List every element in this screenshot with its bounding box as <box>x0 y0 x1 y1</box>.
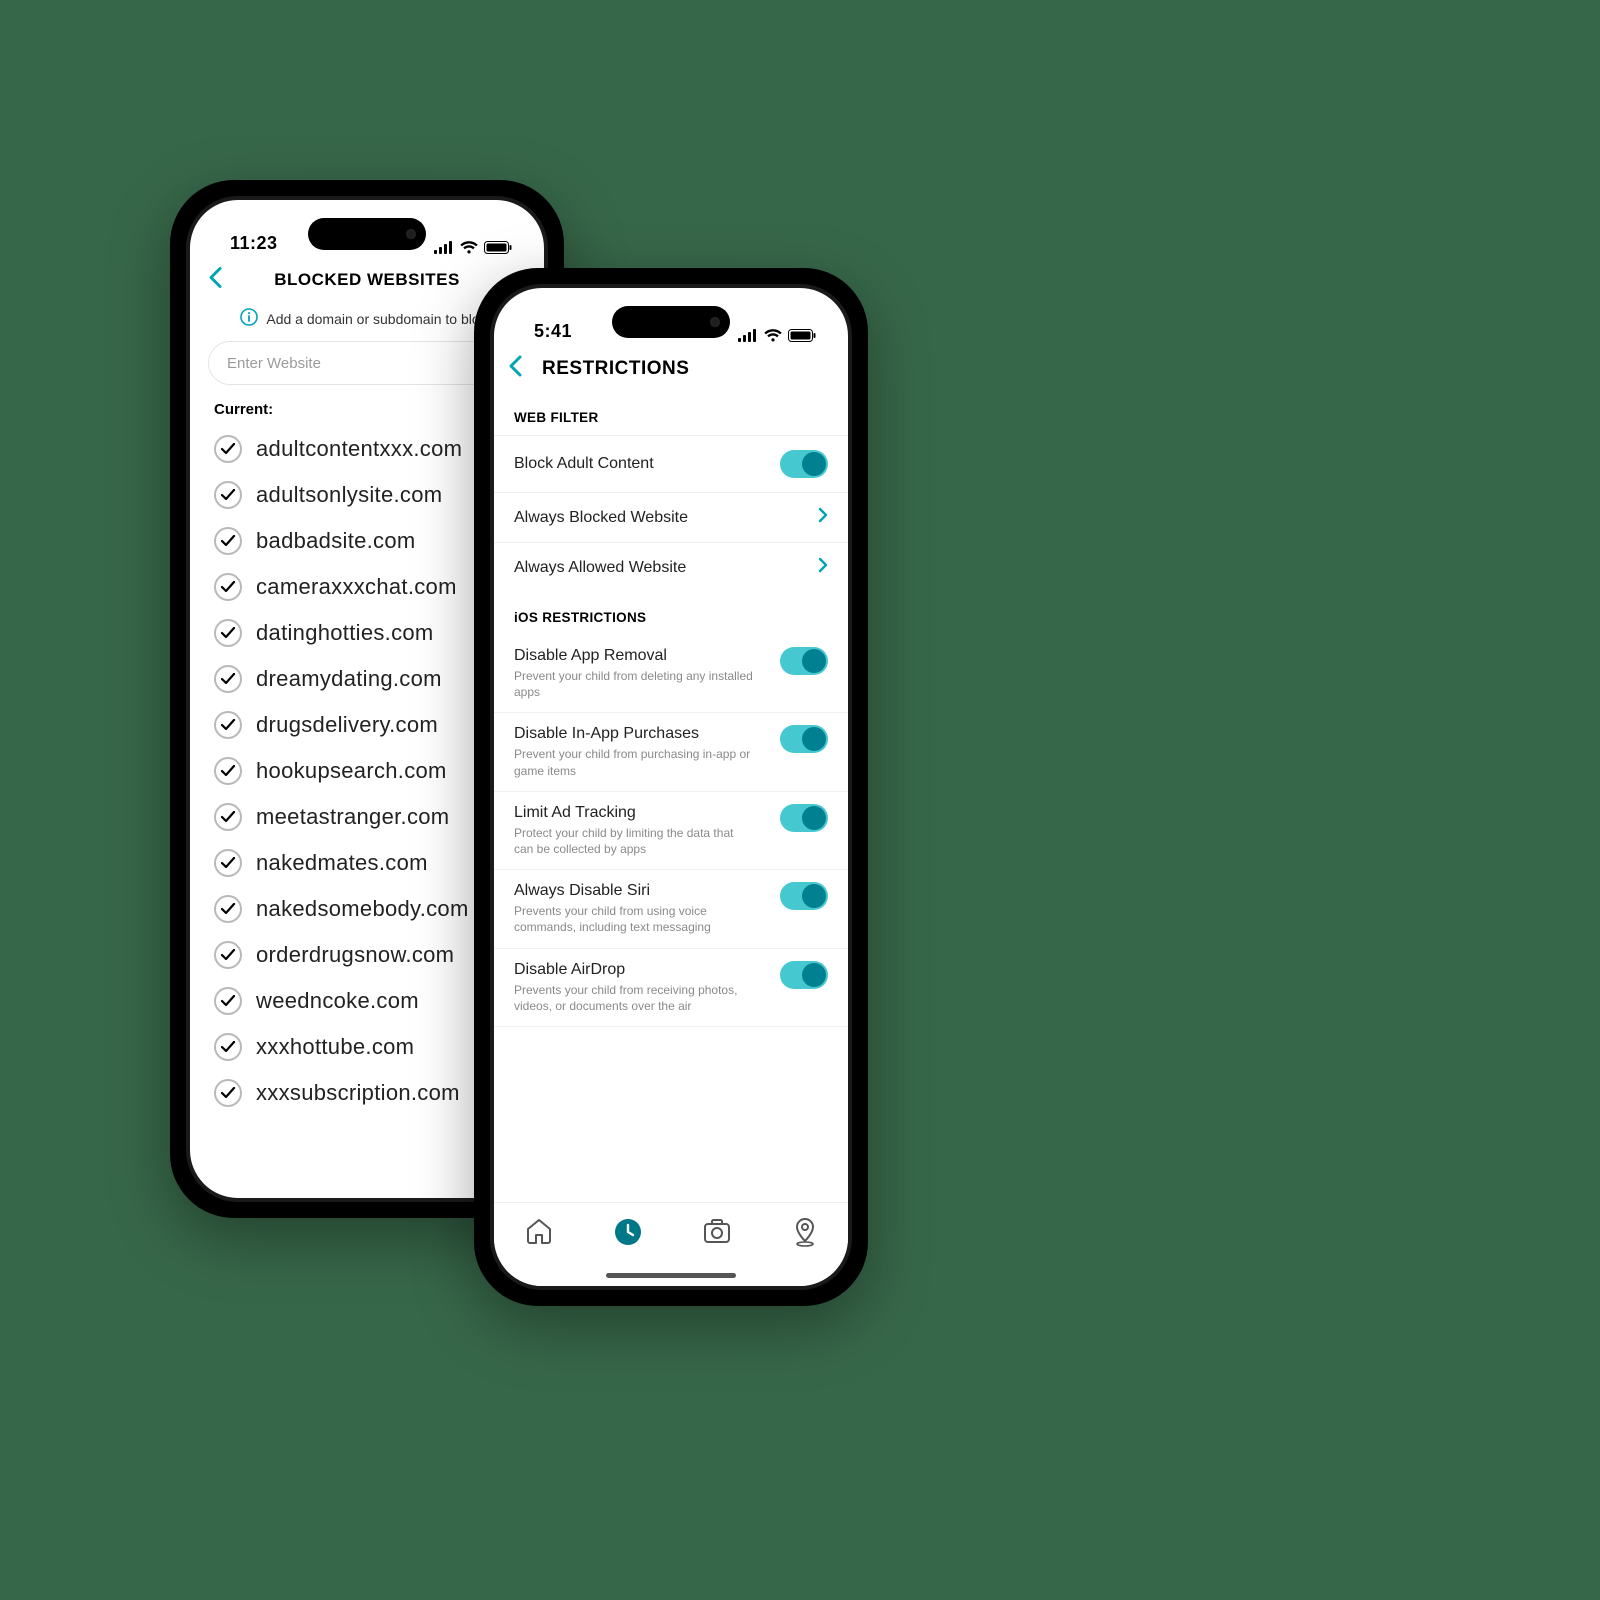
wifi-icon <box>764 329 782 342</box>
domain-text: nakedmates.com <box>256 850 428 876</box>
web-filter-group: Block Adult Content Always Blocked Websi… <box>494 435 848 592</box>
check-circle-icon[interactable] <box>214 987 242 1015</box>
restriction-row[interactable]: Disable AirDrop Prevents your child from … <box>494 949 848 1027</box>
check-circle-icon[interactable] <box>214 849 242 877</box>
domain-text: cameraxxxchat.com <box>256 574 457 600</box>
row-label: Block Adult Content <box>514 455 654 473</box>
row-always-allowed[interactable]: Always Allowed Website <box>494 543 848 592</box>
info-icon <box>240 308 258 329</box>
nav-location[interactable] <box>791 1217 819 1247</box>
toggle-block-adult[interactable] <box>780 450 828 478</box>
check-circle-icon[interactable] <box>214 573 242 601</box>
phone-restrictions: 5:41 RESTRICTIONS WEB FILTER Block Adult… <box>474 268 868 1306</box>
home-indicator[interactable] <box>606 1273 736 1278</box>
chevron-left-icon <box>208 267 222 289</box>
check-circle-icon[interactable] <box>214 619 242 647</box>
row-label: Always Blocked Website <box>514 509 688 527</box>
nav-camera[interactable] <box>702 1217 732 1245</box>
restriction-row[interactable]: Disable In-App Purchases Prevent your chi… <box>494 713 848 791</box>
wifi-icon <box>460 241 478 254</box>
row-label: Disable In-App Purchases <box>514 725 754 743</box>
domain-text: weedncoke.com <box>256 988 419 1014</box>
battery-icon <box>484 241 512 254</box>
check-circle-icon[interactable] <box>214 1079 242 1107</box>
row-subtext: Protect your child by limiting the data … <box>514 825 754 857</box>
page-header: RESTRICTIONS <box>494 346 848 392</box>
toggle[interactable] <box>780 882 828 910</box>
toggle[interactable] <box>780 804 828 832</box>
row-label: Disable App Removal <box>514 647 754 665</box>
chevron-left-icon <box>508 355 522 377</box>
row-label: Disable AirDrop <box>514 961 754 979</box>
battery-icon <box>788 329 816 342</box>
camera-icon <box>702 1217 732 1245</box>
section-web-filter: WEB FILTER <box>494 392 848 435</box>
status-indicators <box>434 241 512 254</box>
check-circle-icon[interactable] <box>214 757 242 785</box>
check-circle-icon[interactable] <box>214 481 242 509</box>
location-icon <box>791 1217 819 1247</box>
check-circle-icon[interactable] <box>214 665 242 693</box>
check-circle-icon[interactable] <box>214 527 242 555</box>
dynamic-island <box>612 306 730 338</box>
check-circle-icon[interactable] <box>214 1033 242 1061</box>
status-time: 5:41 <box>534 321 572 342</box>
signal-icon <box>738 329 758 342</box>
domain-text: datinghotties.com <box>256 620 434 646</box>
domain-text: orderdrugsnow.com <box>256 942 454 968</box>
row-label: Always Allowed Website <box>514 559 686 577</box>
hint-text: Add a domain or subdomain to block <box>266 311 493 327</box>
check-circle-icon[interactable] <box>214 895 242 923</box>
domain-text: dreamydating.com <box>256 666 442 692</box>
domain-text: meetastranger.com <box>256 804 449 830</box>
row-subtext: Prevent your child from purchasing in-ap… <box>514 746 754 778</box>
domain-text: adultcontentxxx.com <box>256 436 462 462</box>
chevron-right-icon <box>818 507 828 528</box>
row-subtext: Prevents your child from using voice com… <box>514 903 754 935</box>
check-circle-icon[interactable] <box>214 435 242 463</box>
check-circle-icon[interactable] <box>214 803 242 831</box>
check-circle-icon[interactable] <box>214 941 242 969</box>
domain-text: adultsonlysite.com <box>256 482 442 508</box>
chevron-right-icon <box>818 557 828 578</box>
domain-text: badbadsite.com <box>256 528 416 554</box>
domain-text: drugsdelivery.com <box>256 712 438 738</box>
row-always-blocked[interactable]: Always Blocked Website <box>494 493 848 543</box>
row-label: Always Disable Siri <box>514 882 754 900</box>
home-icon <box>524 1217 554 1245</box>
clock-icon <box>613 1217 643 1247</box>
toggle[interactable] <box>780 961 828 989</box>
domain-text: nakedsomebody.com <box>256 896 469 922</box>
toggle[interactable] <box>780 725 828 753</box>
row-label: Limit Ad Tracking <box>514 804 754 822</box>
restriction-row[interactable]: Limit Ad Tracking Protect your child by l… <box>494 792 848 870</box>
page-title: RESTRICTIONS <box>542 358 689 380</box>
nav-time[interactable] <box>613 1217 643 1247</box>
row-subtext: Prevent your child from deleting any ins… <box>514 668 754 700</box>
phone2-screen: 5:41 RESTRICTIONS WEB FILTER Block Adult… <box>490 284 852 1290</box>
restriction-row[interactable]: Disable App Removal Prevent your child fr… <box>494 635 848 713</box>
status-indicators <box>738 329 816 342</box>
dynamic-island <box>308 218 426 250</box>
back-button[interactable] <box>208 267 222 294</box>
signal-icon <box>434 241 454 254</box>
domain-text: xxxsubscription.com <box>256 1080 460 1106</box>
ios-restrictions-group: Disable App Removal Prevent your child fr… <box>494 635 848 1027</box>
website-input-placeholder: Enter Website <box>227 355 321 372</box>
toggle[interactable] <box>780 647 828 675</box>
restriction-row[interactable]: Always Disable Siri Prevents your child f… <box>494 870 848 948</box>
section-ios-restrictions: iOS RESTRICTIONS <box>494 592 848 635</box>
check-circle-icon[interactable] <box>214 711 242 739</box>
status-time: 11:23 <box>230 233 278 254</box>
domain-text: xxxhottube.com <box>256 1034 414 1060</box>
row-subtext: Prevents your child from receiving photo… <box>514 982 754 1014</box>
row-block-adult[interactable]: Block Adult Content <box>494 436 848 493</box>
nav-home[interactable] <box>524 1217 554 1245</box>
back-button[interactable] <box>508 355 522 383</box>
domain-text: hookupsearch.com <box>256 758 447 784</box>
fade-overlay <box>494 1162 848 1202</box>
page-title: BLOCKED WEBSITES <box>274 270 460 290</box>
